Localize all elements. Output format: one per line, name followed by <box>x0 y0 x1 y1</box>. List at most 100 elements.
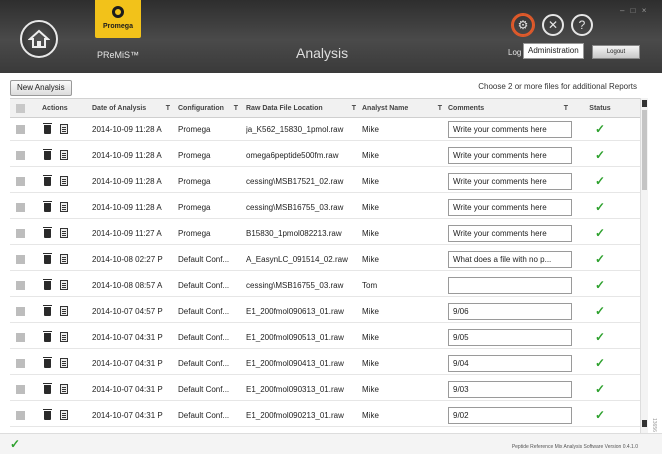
cell-analyst: Mike <box>362 306 379 316</box>
cell-configuration: Default Conf... <box>178 384 230 394</box>
row-checkbox[interactable] <box>16 202 25 212</box>
row-checkbox[interactable] <box>16 176 25 186</box>
row-checkbox[interactable] <box>16 280 25 290</box>
report-icon[interactable] <box>60 410 68 420</box>
trash-icon[interactable] <box>43 148 52 160</box>
table-row[interactable]: 2014-10-08 02:27 P Default Conf... A_Eas… <box>10 248 640 271</box>
trash-icon[interactable] <box>43 278 52 290</box>
report-icon[interactable] <box>60 150 68 160</box>
row-checkbox[interactable] <box>16 306 25 316</box>
home-button[interactable] <box>20 20 58 58</box>
login-label: Log <box>508 48 522 57</box>
comment-input[interactable] <box>448 328 572 346</box>
table-row[interactable]: 2014-10-09 11:28 A Promega ja_K562_15830… <box>10 118 640 141</box>
report-icon[interactable] <box>60 124 68 134</box>
status-check-icon: ✓ <box>594 122 606 136</box>
comment-input[interactable] <box>448 380 572 398</box>
new-analysis-button[interactable]: New Analysis <box>10 80 72 96</box>
row-checkbox[interactable] <box>16 358 25 368</box>
report-icon[interactable] <box>60 228 68 238</box>
filter-icon[interactable]: T <box>438 105 442 112</box>
report-icon[interactable] <box>60 384 68 394</box>
report-icon[interactable] <box>60 176 68 186</box>
trash-icon[interactable] <box>43 330 52 342</box>
filter-icon[interactable]: T <box>564 105 568 112</box>
row-checkbox[interactable] <box>16 124 25 134</box>
report-icon[interactable] <box>60 202 68 212</box>
report-icon[interactable] <box>60 254 68 264</box>
comment-input[interactable] <box>448 172 572 190</box>
cell-configuration: Default Conf... <box>178 306 230 316</box>
comment-input[interactable] <box>448 146 572 164</box>
help-button[interactable]: ? <box>571 14 593 36</box>
window-controls[interactable]: – □ × <box>620 6 648 15</box>
table-row[interactable]: 2014-10-08 08:57 A Default Conf... cessi… <box>10 274 640 297</box>
status-check-icon: ✓ <box>594 330 606 344</box>
select-all-checkbox[interactable] <box>16 103 25 113</box>
col-configuration[interactable]: Configuration T <box>178 99 244 117</box>
logout-button[interactable]: Logout <box>592 45 640 59</box>
cell-raw-file: E1_200fmol090213_01.raw <box>246 410 344 420</box>
cell-raw-file: cessing\MSB16755_03.raw <box>246 280 344 290</box>
table-row[interactable]: 2014-10-09 11:28 A Promega cessing\MSB17… <box>10 170 640 193</box>
comment-input[interactable] <box>448 302 572 320</box>
side-code: 13656 <box>651 418 657 432</box>
row-checkbox[interactable] <box>16 332 25 342</box>
row-checkbox[interactable] <box>16 150 25 160</box>
comment-input[interactable] <box>448 224 572 242</box>
table-row[interactable]: 2014-10-07 04:31 P Default Conf... E1_20… <box>10 378 640 401</box>
col-date[interactable]: Date of Analysis T <box>92 99 176 117</box>
administration-button[interactable]: ⚙ <box>512 14 534 36</box>
trash-icon[interactable] <box>43 252 52 264</box>
table-header: Actions Date of Analysis T Configuration T… <box>10 99 640 118</box>
tools-icon: ✕ <box>547 18 559 32</box>
table-row[interactable]: 2014-10-09 11:28 A Promega cessing\MSB16… <box>10 196 640 219</box>
col-analyst[interactable]: Analyst Name T <box>362 99 448 117</box>
row-checkbox[interactable] <box>16 228 25 238</box>
trash-icon[interactable] <box>43 200 52 212</box>
trash-icon[interactable] <box>43 174 52 186</box>
col-raw-file[interactable]: Raw Data File Location T <box>246 99 362 117</box>
filter-icon[interactable]: T <box>166 105 170 112</box>
report-icon[interactable] <box>60 280 68 290</box>
comment-input[interactable] <box>448 276 572 294</box>
comment-input[interactable] <box>448 406 572 424</box>
cell-raw-file: omega6peptide500fm.raw <box>246 150 339 160</box>
comment-input[interactable] <box>448 250 572 268</box>
row-checkbox[interactable] <box>16 254 25 264</box>
trash-icon[interactable] <box>43 122 52 134</box>
trash-icon[interactable] <box>43 226 52 238</box>
table-row[interactable]: 2014-10-07 04:31 P Default Conf... E1_20… <box>10 352 640 375</box>
row-checkbox[interactable] <box>16 410 25 420</box>
comment-input[interactable] <box>448 354 572 372</box>
trash-icon[interactable] <box>43 356 52 368</box>
trash-icon[interactable] <box>43 304 52 316</box>
col-comments[interactable]: Comments T <box>448 99 574 117</box>
report-icon[interactable] <box>60 332 68 342</box>
table-row[interactable]: 2014-10-07 04:31 P Default Conf... E1_20… <box>10 326 640 349</box>
report-icon[interactable] <box>60 358 68 368</box>
table-row[interactable]: 2014-10-09 11:28 A Promega omega6peptide… <box>10 144 640 167</box>
table-row[interactable]: 2014-10-07 04:31 P Default Conf... E1_20… <box>10 404 640 427</box>
comment-input[interactable] <box>448 120 572 138</box>
filter-icon[interactable]: T <box>234 105 238 112</box>
scroll-down-icon[interactable] <box>642 420 647 427</box>
cell-date: 2014-10-09 11:28 A <box>92 150 162 160</box>
promega-mark-icon <box>112 6 124 18</box>
comment-input[interactable] <box>448 198 572 216</box>
row-checkbox[interactable] <box>16 384 25 394</box>
report-icon[interactable] <box>60 306 68 316</box>
trash-icon[interactable] <box>43 408 52 420</box>
cell-date: 2014-10-09 11:27 A <box>92 228 162 238</box>
tools-button[interactable]: ✕ <box>542 14 564 36</box>
help-icon: ? <box>578 18 586 32</box>
trash-icon[interactable] <box>43 382 52 394</box>
scroll-thumb[interactable] <box>642 110 647 190</box>
filter-icon[interactable]: T <box>352 105 356 112</box>
cell-configuration: Promega <box>178 176 211 186</box>
table-row[interactable]: 2014-10-09 11:27 A Promega B15830_1pmol0… <box>10 222 640 245</box>
table-row[interactable]: 2014-10-07 04:57 P Default Conf... E1_20… <box>10 300 640 323</box>
table-scrollbar[interactable] <box>640 98 648 433</box>
app-header: Promega PReMiS™ Analysis ⚙ ✕ ? – □ × Log… <box>0 0 662 73</box>
scroll-up-icon[interactable] <box>642 100 647 107</box>
